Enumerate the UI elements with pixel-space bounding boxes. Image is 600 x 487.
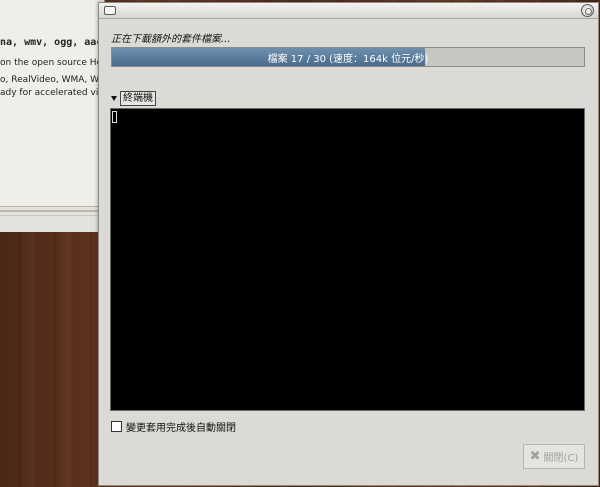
expander-label: 終端機 bbox=[120, 91, 156, 106]
download-dialog: 正在下載額外的套件檔案... 檔案 17 / 30 (速度：164k 位元/秒)… bbox=[98, 2, 599, 486]
terminal-expander[interactable]: 終端機 bbox=[111, 91, 156, 106]
status-text: 正在下載額外的套件檔案... bbox=[111, 34, 231, 45]
window-menu-icon[interactable] bbox=[104, 6, 116, 15]
close-button-label: 關閉(C) bbox=[543, 453, 579, 464]
background-text-line: ady for accelerated vide bbox=[0, 88, 105, 98]
expander-arrow-icon bbox=[111, 96, 117, 101]
auto-close-label: 變更套用完成後自動關閉 bbox=[126, 423, 236, 434]
background-text-line: na, wmv, ogg, aac, a bbox=[0, 37, 104, 48]
background-text-line: on the open source He bbox=[0, 58, 103, 68]
download-progress-bar: 檔案 17 / 30 (速度：164k 位元/秒) bbox=[111, 47, 585, 67]
progress-label: 檔案 17 / 30 (速度：164k 位元/秒) bbox=[267, 53, 429, 65]
dialog-titlebar[interactable] bbox=[99, 3, 598, 19]
terminal-cursor bbox=[112, 111, 117, 123]
close-button[interactable]: ✖ 關閉(C) bbox=[523, 444, 585, 469]
auto-close-checkbox[interactable] bbox=[111, 421, 122, 432]
background-window[interactable]: na, wmv, ogg, aac, a on the open source … bbox=[0, 0, 105, 232]
close-x-icon: ✖ bbox=[529, 449, 541, 464]
auto-close-option[interactable]: 變更套用完成後自動關閉 bbox=[111, 419, 236, 434]
terminal-output[interactable] bbox=[110, 108, 585, 411]
background-window-bottom-bar bbox=[0, 206, 104, 232]
background-text-line: o, RealVideo, WMA, WM bbox=[0, 75, 105, 85]
window-close-icon[interactable] bbox=[581, 4, 594, 17]
